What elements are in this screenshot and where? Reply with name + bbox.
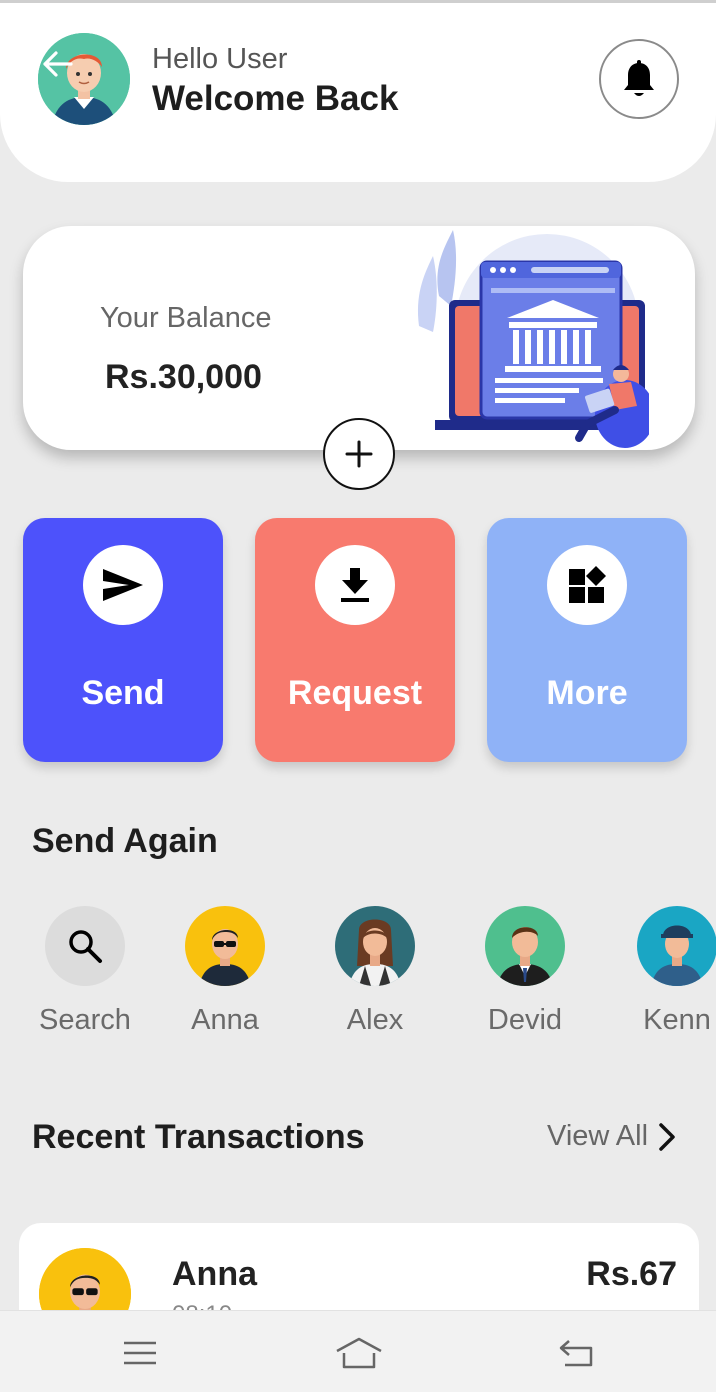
app-header: Hello User Welcome Back — [0, 3, 716, 182]
notification-button[interactable] — [599, 39, 679, 119]
search-circle — [45, 906, 125, 986]
back-button[interactable] — [547, 1329, 607, 1377]
request-label: Request — [287, 674, 423, 712]
plus-icon — [345, 440, 373, 468]
send-button[interactable]: Send — [23, 518, 223, 762]
more-button[interactable]: More — [487, 518, 687, 762]
avatar — [485, 906, 565, 986]
bell-icon — [624, 60, 654, 96]
view-all-label: View All — [547, 1120, 649, 1152]
download-icon — [341, 568, 369, 602]
send-again-title: Send Again — [32, 822, 218, 860]
balance-card: Your Balance Rs.30,000 — [23, 226, 695, 450]
balance-amount: Rs.30,000 — [105, 358, 262, 396]
system-nav-bar — [0, 1310, 716, 1392]
request-button[interactable]: Request — [255, 518, 455, 762]
chevron-right-icon — [659, 1122, 675, 1151]
home-icon — [336, 1337, 382, 1369]
menu-button[interactable] — [110, 1329, 170, 1377]
view-all-link[interactable]: View All — [547, 1120, 676, 1153]
contact-name: Kenn — [643, 1004, 711, 1036]
bank-illustration — [417, 230, 649, 448]
contact-search[interactable]: Search — [25, 906, 145, 1037]
send-icon — [103, 569, 143, 601]
contact-anna[interactable]: Anna — [165, 906, 285, 1037]
back-arrow-icon[interactable] — [40, 47, 74, 81]
contact-name: Alex — [346, 1004, 404, 1036]
welcome-title: Welcome Back — [152, 79, 399, 118]
search-icon — [69, 930, 102, 963]
avatar — [637, 906, 716, 986]
contact-name: Devid — [487, 1004, 563, 1036]
send-label: Send — [81, 674, 165, 712]
transaction-name: Anna — [172, 1255, 257, 1293]
contact-name: Search — [39, 1004, 131, 1036]
add-money-button[interactable] — [323, 418, 395, 490]
menu-icon — [124, 1341, 156, 1365]
more-label: More — [546, 674, 628, 712]
avatar — [335, 906, 415, 986]
contact-kenn[interactable]: Kenn — [617, 906, 716, 1037]
back-icon — [559, 1340, 593, 1367]
contact-name: Anna — [191, 1004, 259, 1036]
balance-label: Your Balance — [100, 302, 272, 334]
contact-devid[interactable]: Devid — [465, 906, 585, 1037]
more-icon-circle — [547, 545, 627, 625]
contact-alex[interactable]: Alex — [315, 906, 435, 1037]
request-icon-circle — [315, 545, 395, 625]
widgets-icon — [569, 566, 606, 603]
transaction-amount: Rs.67 — [586, 1255, 677, 1293]
send-icon-circle — [83, 545, 163, 625]
recent-transactions-title: Recent Transactions — [32, 1118, 365, 1156]
home-button[interactable] — [329, 1329, 389, 1377]
greeting-text: Hello User — [152, 43, 288, 75]
avatar — [185, 906, 265, 986]
